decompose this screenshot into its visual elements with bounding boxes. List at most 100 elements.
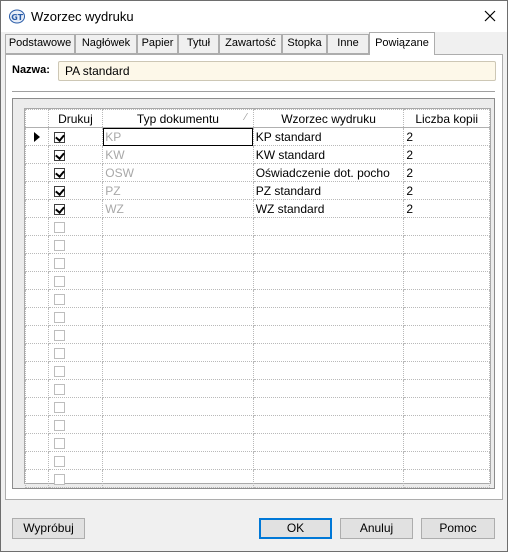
table-row[interactable]: KP KP standard 2	[25, 127, 490, 146]
print-cell[interactable]	[47, 271, 104, 290]
document-type-cell[interactable]: KW	[102, 145, 254, 164]
tab-powiazane[interactable]: Powiązane	[369, 32, 435, 55]
document-type-cell[interactable]	[102, 379, 254, 398]
template-cell[interactable]	[252, 253, 405, 272]
print-checkbox[interactable]	[53, 167, 65, 179]
empty-table-row[interactable]	[25, 469, 490, 488]
tab-stopka[interactable]: Stopka	[282, 34, 327, 54]
print-cell[interactable]	[47, 181, 104, 200]
copies-cell[interactable]: 2	[403, 127, 490, 146]
print-checkbox[interactable]	[53, 131, 65, 143]
document-type-cell[interactable]	[102, 451, 254, 470]
copies-cell[interactable]	[403, 433, 490, 452]
print-cell[interactable]	[47, 307, 104, 326]
template-cell[interactable]	[252, 397, 405, 416]
empty-table-row[interactable]	[25, 379, 490, 398]
document-type-cell[interactable]	[102, 397, 254, 416]
print-checkbox[interactable]	[53, 401, 65, 413]
title-bar[interactable]: GT Wzorzec wydruku	[1, 1, 507, 32]
print-cell[interactable]	[47, 433, 104, 452]
empty-table-row[interactable]	[25, 343, 490, 362]
column-header-template[interactable]: Wzorzec wydruku	[252, 109, 405, 128]
template-cell[interactable]	[252, 307, 405, 326]
document-type-cell[interactable]	[102, 415, 254, 434]
print-cell[interactable]	[47, 379, 104, 398]
close-button[interactable]	[473, 1, 507, 31]
empty-table-row[interactable]	[25, 289, 490, 308]
empty-table-row[interactable]	[25, 217, 490, 236]
table-row[interactable]: KW KW standard 2	[25, 145, 490, 164]
copies-cell[interactable]: 2	[403, 145, 490, 164]
copies-cell[interactable]	[403, 253, 490, 272]
print-checkbox[interactable]	[53, 455, 65, 467]
copies-cell[interactable]	[403, 379, 490, 398]
copies-cell[interactable]	[403, 289, 490, 308]
template-cell[interactable]: PZ standard	[252, 181, 405, 200]
empty-table-row[interactable]	[25, 325, 490, 344]
print-checkbox[interactable]	[53, 311, 65, 323]
ok-button[interactable]: OK	[259, 518, 332, 539]
print-cell[interactable]	[47, 163, 104, 182]
tab-naglowek[interactable]: Nagłówek	[75, 34, 137, 54]
template-cell[interactable]	[252, 433, 405, 452]
copies-cell[interactable]	[403, 343, 490, 362]
document-type-cell[interactable]	[102, 253, 254, 272]
print-cell[interactable]	[47, 199, 104, 218]
copies-cell[interactable]	[403, 325, 490, 344]
print-checkbox[interactable]	[53, 419, 65, 431]
document-type-cell[interactable]	[102, 271, 254, 290]
document-type-cell[interactable]: PZ	[102, 181, 254, 200]
template-cell[interactable]	[252, 379, 405, 398]
column-header-print[interactable]: Drukuj	[47, 109, 104, 128]
print-checkbox[interactable]	[53, 221, 65, 233]
print-checkbox[interactable]	[53, 347, 65, 359]
print-cell[interactable]	[47, 451, 104, 470]
print-cell[interactable]	[47, 145, 104, 164]
help-button[interactable]: Pomoc	[421, 518, 495, 539]
print-cell[interactable]	[47, 217, 104, 236]
print-checkbox[interactable]	[53, 149, 65, 161]
copies-cell[interactable]: 2	[403, 199, 490, 218]
document-type-cell[interactable]	[102, 235, 254, 254]
template-cell[interactable]	[252, 289, 405, 308]
empty-table-row[interactable]	[25, 451, 490, 470]
copies-cell[interactable]: 2	[403, 163, 490, 182]
copies-cell[interactable]	[403, 451, 490, 470]
template-cell[interactable]	[252, 217, 405, 236]
table-row[interactable]: OSW Oświadczenie dot. pocho 2	[25, 163, 490, 182]
tab-podstawowe[interactable]: Podstawowe	[5, 34, 75, 54]
print-cell[interactable]	[47, 397, 104, 416]
empty-table-row[interactable]	[25, 307, 490, 326]
table-row[interactable]: WZ WZ standard 2	[25, 199, 490, 218]
print-checkbox[interactable]	[53, 293, 65, 305]
template-cell[interactable]: Oświadczenie dot. pocho	[252, 163, 405, 182]
template-cell[interactable]	[252, 271, 405, 290]
document-type-cell[interactable]	[102, 361, 254, 380]
document-type-cell[interactable]	[102, 325, 254, 344]
copies-cell[interactable]	[403, 235, 490, 254]
tab-zawartosc[interactable]: Zawartość	[219, 34, 282, 54]
copies-cell[interactable]	[403, 361, 490, 380]
copies-cell[interactable]: 2	[403, 181, 490, 200]
document-type-cell[interactable]: KP	[102, 127, 254, 146]
copies-cell[interactable]	[403, 271, 490, 290]
print-cell[interactable]	[47, 415, 104, 434]
print-checkbox[interactable]	[53, 185, 65, 197]
print-checkbox[interactable]	[53, 239, 65, 251]
print-cell[interactable]	[47, 361, 104, 380]
print-checkbox[interactable]	[53, 275, 65, 287]
print-cell[interactable]	[47, 253, 104, 272]
template-cell[interactable]	[252, 469, 405, 488]
print-checkbox[interactable]	[53, 329, 65, 341]
copies-cell[interactable]	[403, 469, 490, 488]
column-header-document-type[interactable]: Typ dokumentu	[102, 109, 254, 128]
document-type-cell[interactable]	[102, 433, 254, 452]
print-cell[interactable]	[47, 469, 104, 488]
print-cell[interactable]	[47, 235, 104, 254]
column-header-copies[interactable]: Liczba kopii	[403, 109, 490, 128]
print-cell[interactable]	[47, 289, 104, 308]
cancel-button[interactable]: Anuluj	[340, 518, 413, 539]
template-cell[interactable]: KW standard	[252, 145, 405, 164]
tab-tytul[interactable]: Tytuł	[178, 34, 219, 54]
template-cell[interactable]	[252, 343, 405, 362]
